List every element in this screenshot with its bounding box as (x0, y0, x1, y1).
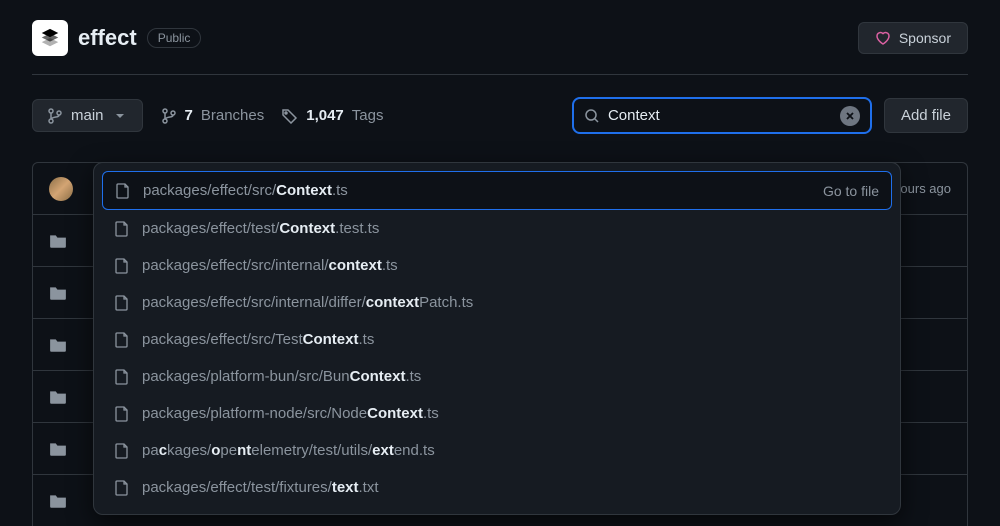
search-result-item[interactable]: packages/effect/src/Context.ts Go to file (102, 171, 892, 210)
folder-icon (49, 388, 67, 406)
search-result-item[interactable]: packages/effect/src/internal/context.ts (102, 247, 892, 284)
add-file-button[interactable]: Add file (884, 98, 968, 133)
clear-search-button[interactable] (840, 106, 860, 126)
search-result-path: packages/effect/src/internal/context.ts (142, 257, 880, 274)
search-result-item[interactable]: packages/effect/src/TestContext.ts (102, 321, 892, 358)
x-icon (845, 111, 855, 121)
search-result-path: packages/effect/test/Context.test.ts (142, 220, 880, 237)
search-result-path: packages/platform-bun/src/BunContext.ts (142, 368, 880, 385)
file-icon (114, 443, 130, 459)
branch-selector-button[interactable]: main (32, 99, 143, 132)
search-result-item[interactable]: packages/platform-bun/src/BunContext.ts (102, 358, 892, 395)
repo-logo-icon (32, 20, 68, 56)
search-result-item[interactable]: packages/effect/test/fixtures/text.txt (102, 469, 892, 506)
search-result-path: packages/effect/src/Context.ts (143, 182, 811, 199)
go-to-file-hint: Go to file (823, 183, 879, 199)
file-search-input[interactable] (600, 105, 840, 126)
avatar[interactable] (49, 177, 73, 201)
repo-name[interactable]: effect (78, 25, 137, 51)
folder-icon (49, 492, 67, 510)
file-search-dropdown: packages/effect/src/Context.ts Go to file… (93, 162, 901, 515)
visibility-badge: Public (147, 28, 202, 48)
caret-down-icon (112, 108, 128, 124)
sponsor-button[interactable]: Sponsor (858, 22, 968, 54)
search-result-path: packages/platform-node/src/NodeContext.t… (142, 405, 880, 422)
heart-icon (875, 30, 891, 46)
folder-icon (49, 232, 67, 250)
file-icon (114, 332, 130, 348)
subnav: main 7 Branches 1,047 Tags Ad (32, 97, 968, 134)
file-icon (115, 183, 131, 199)
folder-icon (49, 336, 67, 354)
file-icon (114, 369, 130, 385)
file-search[interactable] (572, 97, 872, 134)
search-result-item[interactable]: packages/platform-node/src/NodeContext.t… (102, 395, 892, 432)
search-result-path: packages/effect/src/internal/differ/cont… (142, 294, 880, 311)
search-icon (584, 108, 600, 124)
folder-icon (49, 284, 67, 302)
tag-icon (282, 108, 298, 124)
search-result-path: packages/effect/test/fixtures/text.txt (142, 479, 880, 496)
folder-icon (49, 440, 67, 458)
branches-link[interactable]: 7 Branches (161, 107, 265, 124)
git-branch-icon (47, 108, 63, 124)
search-result-item[interactable]: packages/opentelemetry/test/utils/extend… (102, 432, 892, 469)
file-icon (114, 406, 130, 422)
tags-link[interactable]: 1,047 Tags (282, 107, 383, 124)
git-branch-icon (161, 108, 177, 124)
repo-header: effect Public Sponsor (32, 20, 968, 75)
search-result-item[interactable]: packages/effect/src/internal/differ/cont… (102, 284, 892, 321)
file-icon (114, 480, 130, 496)
file-icon (114, 295, 130, 311)
file-icon (114, 258, 130, 274)
search-result-path: packages/opentelemetry/test/utils/extend… (142, 442, 880, 459)
file-icon (114, 221, 130, 237)
search-result-item[interactable]: packages/effect/test/Context.test.ts (102, 210, 892, 247)
search-result-path: packages/effect/src/TestContext.ts (142, 331, 880, 348)
commit-time: hours ago (893, 181, 951, 196)
